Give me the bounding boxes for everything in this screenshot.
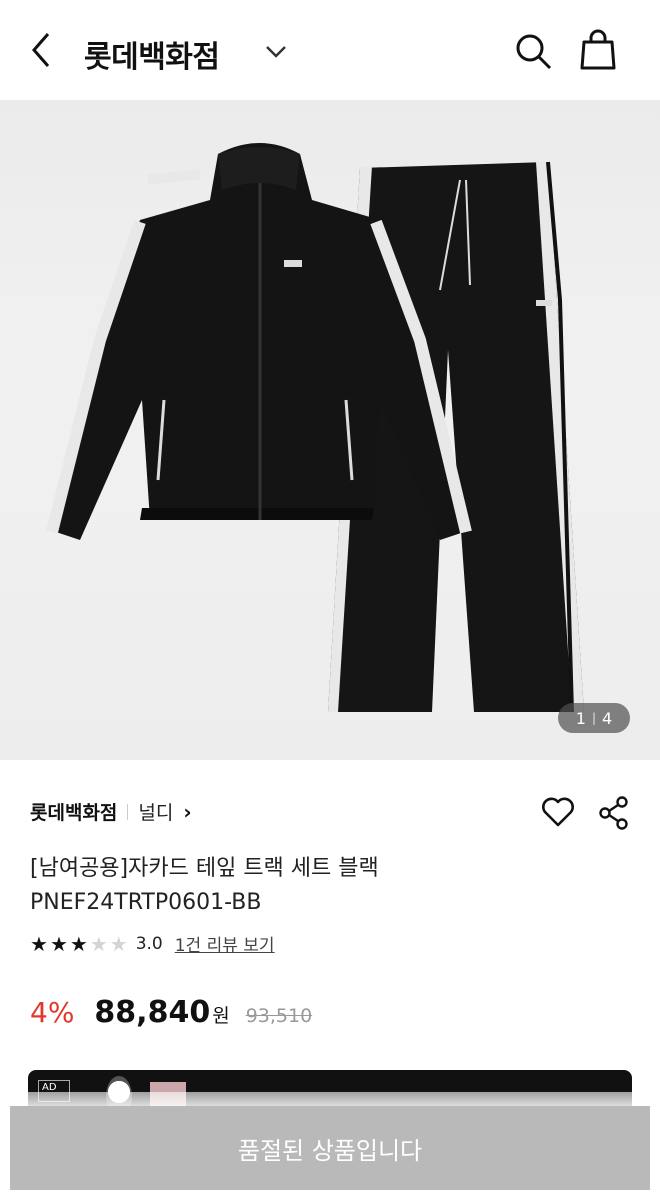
sale-price: 88,840 (94, 995, 211, 1030)
original-price: 93,510 (245, 1005, 313, 1027)
store-title[interactable]: 롯데백화점 (84, 32, 220, 76)
image-current: 1 (575, 708, 586, 728)
shopping-bag-icon[interactable] (578, 28, 618, 72)
price-row: 4% 88,840 원 93,510 (30, 995, 312, 1030)
product-title-line1: [남여공용]자카드 테잎 트랙 세트 블랙 (30, 856, 379, 881)
image-counter: 1 | 4 (558, 703, 630, 733)
chevron-right-icon[interactable]: › (183, 800, 191, 824)
image-total: 4 (602, 708, 613, 728)
product-title: [남여공용]자카드 테잎 트랙 세트 블랙 PNEF24TRTP0601-BB (30, 852, 630, 920)
star-icon-filled: ★ (30, 931, 48, 956)
brand-row[interactable]: 롯데백화점 널디 › (30, 798, 192, 825)
star-icon-empty: ★ (89, 931, 108, 956)
divider (127, 803, 129, 820)
product-code: PNEF24TRTP0601-BB (30, 890, 262, 915)
star-icon-empty: ★ (109, 931, 128, 956)
back-icon[interactable] (22, 28, 66, 72)
reviews-link[interactable]: 1건 리뷰 보기 (175, 931, 275, 956)
rating-row: ★ ★ ★ ★ ★ 3.0 1건 리뷰 보기 (30, 931, 275, 957)
heart-icon[interactable] (540, 796, 576, 828)
star-rating: ★ ★ ★ ★ ★ (30, 934, 128, 954)
soldout-button[interactable]: 품절된 상품입니다 (10, 1106, 650, 1190)
counter-separator: | (591, 711, 597, 725)
star-icon-filled: ★ (69, 931, 88, 956)
rating-score: 3.0 (135, 933, 163, 954)
search-icon[interactable] (512, 30, 554, 72)
currency-unit: 원 (212, 1005, 230, 1027)
share-icon[interactable] (598, 796, 630, 830)
top-app-bar: 롯데백화점 (0, 0, 660, 100)
brand-name[interactable]: 널디 (138, 798, 173, 825)
discount-rate: 4% (30, 996, 75, 1029)
chevron-down-icon[interactable] (262, 40, 290, 64)
star-icon-filled: ★ (49, 931, 68, 956)
department-name[interactable]: 롯데백화점 (30, 798, 117, 825)
product-image[interactable]: 1 | 4 (0, 100, 660, 760)
